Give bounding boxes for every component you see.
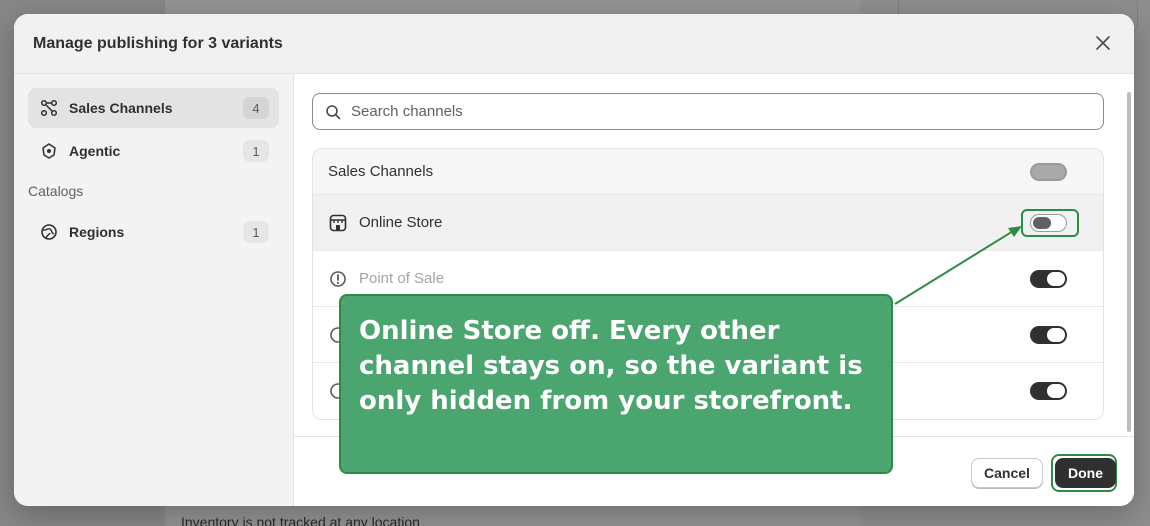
sidebar-item-label: Regions — [69, 224, 125, 240]
scrollbar[interactable] — [1127, 92, 1131, 432]
sidebar-section-catalogs: Catalogs — [28, 183, 84, 199]
done-button[interactable]: Done — [1055, 458, 1116, 488]
cancel-button[interactable]: Cancel — [971, 458, 1043, 488]
modal-sidebar: Sales Channels 4 Agentic 1 Catalogs Regi… — [14, 74, 294, 506]
alert-icon — [328, 269, 348, 289]
toggle-online-store[interactable] — [1030, 213, 1067, 232]
close-icon — [1096, 36, 1110, 50]
sidebar-item-count: 1 — [243, 140, 269, 162]
annotation-callout: Online Store off. Every other channel st… — [339, 294, 893, 474]
channel-row-online-store: Online Store — [313, 195, 1103, 251]
close-button[interactable] — [1092, 32, 1114, 54]
sidebar-item-agentic[interactable]: Agentic 1 — [28, 131, 279, 171]
channel-toggle[interactable] — [1030, 325, 1067, 344]
sidebar-item-regions[interactable]: Regions 1 — [28, 212, 279, 252]
sidebar-item-count: 1 — [243, 221, 269, 243]
channels-icon — [40, 99, 58, 117]
modal-title: Manage publishing for 3 variants — [33, 34, 283, 52]
sidebar-item-label: Sales Channels — [69, 100, 173, 116]
channel-label: Online Store — [359, 214, 443, 231]
sidebar-item-sales-channels[interactable]: Sales Channels 4 — [28, 88, 279, 128]
search-field[interactable] — [312, 93, 1104, 130]
channels-header-row: Sales Channels — [313, 149, 1103, 195]
search-input[interactable] — [351, 103, 1091, 120]
toggle-point-of-sale[interactable] — [1030, 269, 1067, 288]
channels-header-title: Sales Channels — [328, 163, 434, 180]
store-icon — [328, 213, 348, 233]
sidebar-item-count: 4 — [243, 97, 269, 119]
channel-label: Point of Sale — [359, 270, 445, 287]
toggle-all-channels[interactable] — [1030, 162, 1067, 181]
background-inventory-text: Inventory is not tracked at any location — [181, 514, 420, 526]
channel-toggle[interactable] — [1030, 382, 1067, 400]
sidebar-item-label: Agentic — [69, 143, 121, 159]
globe-icon — [40, 223, 58, 241]
search-icon — [325, 103, 343, 121]
agentic-icon — [40, 142, 58, 160]
annotation-text: Online Store off. Every other channel st… — [359, 316, 863, 416]
modal-header: Manage publishing for 3 variants — [14, 14, 1134, 74]
